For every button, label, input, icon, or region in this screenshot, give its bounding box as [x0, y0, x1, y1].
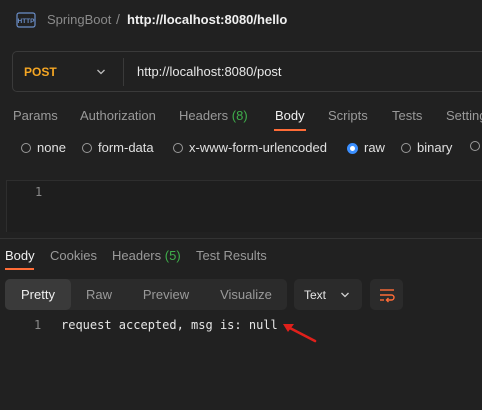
format-select[interactable]: Text	[294, 279, 362, 310]
radio-binary-label: binary	[417, 140, 453, 155]
radio-circle-checked[interactable]	[347, 142, 358, 154]
radio-none[interactable]: none	[21, 140, 66, 155]
editor-line-number: 1	[35, 185, 43, 199]
tab-headers-count: (8)	[231, 108, 248, 123]
breadcrumb-parent[interactable]: SpringBoot	[47, 12, 111, 27]
view-mode-raw[interactable]: Raw	[71, 279, 127, 310]
radio-raw-label: raw	[364, 140, 385, 155]
response-tab-headers[interactable]: Headers (5)	[112, 248, 181, 263]
response-tab-body[interactable]: Body	[5, 248, 35, 263]
url-divider	[123, 58, 124, 86]
request-title[interactable]: http://localhost:8080/hello	[127, 12, 287, 27]
editor-divider	[0, 238, 482, 239]
tab-scripts[interactable]: Scripts	[328, 108, 368, 123]
tab-authorization[interactable]: Authorization	[80, 108, 156, 123]
body-type-options: none form-data x-www-form-urlencoded raw…	[0, 140, 482, 164]
response-tabs: Body Cookies Headers (5) Test Results	[0, 244, 482, 272]
url-input[interactable]: http://localhost:8080/post	[137, 64, 282, 79]
radio-circle[interactable]	[173, 143, 183, 153]
response-line-number: 1	[34, 318, 42, 332]
breadcrumb-separator: /	[116, 11, 120, 27]
response-tab-headers-label: Headers	[112, 248, 162, 263]
active-response-tab-indicator	[5, 268, 34, 270]
tab-headers-label: Headers	[179, 108, 229, 123]
tab-settings[interactable]: Settings	[446, 108, 482, 123]
radio-raw[interactable]: raw	[347, 140, 385, 155]
radio-graphql[interactable]	[470, 140, 482, 151]
active-tab-indicator	[274, 129, 306, 131]
request-tabs: Params Authorization Headers (8) Body Sc…	[0, 100, 482, 132]
view-mode-preview[interactable]: Preview	[127, 279, 205, 310]
svg-text:HTTP: HTTP	[18, 18, 36, 25]
method-select[interactable]: POST	[24, 65, 57, 79]
radio-binary[interactable]: binary	[401, 140, 452, 155]
view-mode-pretty[interactable]: Pretty	[5, 279, 71, 310]
annotation-arrow-icon	[283, 324, 317, 343]
response-tab-headers-count: (5)	[164, 248, 181, 263]
radio-none-label: none	[37, 140, 66, 155]
radio-circle[interactable]	[82, 143, 92, 153]
view-mode-switcher: Pretty Raw Preview Visualize	[5, 279, 287, 310]
wrap-lines-icon	[380, 289, 395, 303]
view-mode-visualize[interactable]: Visualize	[205, 279, 287, 310]
radio-circle[interactable]	[21, 143, 31, 153]
chevron-down-icon	[341, 292, 349, 298]
url-bar: POST http://localhost:8080/post	[12, 51, 482, 92]
tab-tests[interactable]: Tests	[392, 108, 422, 123]
header: HTTP SpringBoot / http://localhost:8080/…	[0, 0, 482, 40]
request-body-editor[interactable]: 1	[6, 180, 482, 232]
tab-body[interactable]: Body	[275, 108, 305, 123]
radio-form-data[interactable]: form-data	[82, 140, 154, 155]
tab-params[interactable]: Params	[13, 108, 58, 123]
chevron-down-icon[interactable]	[96, 67, 106, 77]
radio-circle[interactable]	[401, 143, 411, 153]
http-file-icon: HTTP	[16, 12, 36, 28]
wrap-lines-button[interactable]	[370, 279, 403, 310]
radio-x-www-form-urlencoded[interactable]: x-www-form-urlencoded	[173, 140, 327, 155]
format-select-value: Text	[304, 288, 327, 302]
response-tab-cookies[interactable]: Cookies	[50, 248, 97, 263]
radio-form-data-label: form-data	[98, 140, 154, 155]
radio-circle[interactable]	[470, 141, 480, 151]
radio-urlencoded-label: x-www-form-urlencoded	[189, 140, 327, 155]
response-tab-test-results[interactable]: Test Results	[196, 248, 267, 263]
response-body-text: request accepted, msg is: null	[61, 318, 278, 332]
app-window: HTTP SpringBoot / http://localhost:8080/…	[0, 0, 482, 410]
tab-headers[interactable]: Headers (8)	[179, 108, 248, 123]
